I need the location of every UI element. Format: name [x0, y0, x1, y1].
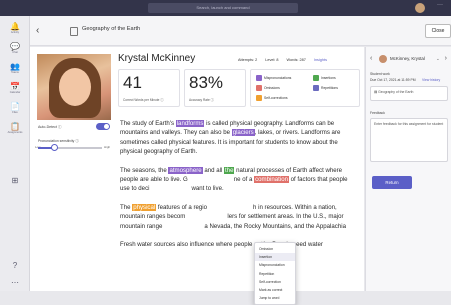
- menu-item-omission[interactable]: Omission: [255, 245, 295, 253]
- rail-files[interactable]: 📄 Files: [0, 102, 30, 115]
- student-face: [59, 68, 91, 106]
- mispronounced-word[interactable]: landforms: [175, 120, 205, 127]
- view-history-link[interactable]: View history: [422, 78, 440, 82]
- wpm-card: 41 Correct Words per Minute ⓘ: [118, 69, 180, 107]
- next-student-icon[interactable]: ›: [445, 55, 447, 62]
- inserted-word[interactable]: the: [223, 166, 235, 174]
- chat-icon: 💬: [10, 42, 20, 51]
- level-value: Level: 8: [265, 58, 279, 62]
- top-bar: Search, launch and command ···: [0, 0, 451, 16]
- accuracy-label: Accuracy Rate ⓘ: [189, 98, 214, 102]
- insights-link[interactable]: Insights: [314, 58, 327, 62]
- teams-icon: 👥: [10, 62, 20, 71]
- previous-student-icon[interactable]: ‹: [370, 55, 372, 62]
- assignment-header: ‹ Geography of the Earth Close: [30, 16, 451, 46]
- omitted-word[interactable]: combination: [254, 176, 289, 184]
- rail-chat[interactable]: 💬 Chat: [0, 42, 30, 55]
- feedback-label: Feedback: [370, 111, 385, 115]
- reading-progress-main: Auto-Detect ⓘ Pronunciation sensitivity …: [30, 47, 364, 305]
- menu-item-self-correction[interactable]: Self-correction: [255, 278, 295, 286]
- student-video-thumbnail[interactable]: [37, 54, 111, 120]
- due-date: Due Oct 17, 2021 at 11:59 PM: [370, 78, 416, 82]
- return-button[interactable]: Return: [372, 176, 412, 189]
- rail-apps[interactable]: ⊞: [0, 176, 30, 185]
- slider-high-label: High: [104, 145, 111, 149]
- error-legend-card: Mispronunciations Omissions Self-correct…: [250, 69, 360, 107]
- wpm-value: 41: [123, 73, 142, 92]
- calendar-icon: 📅: [10, 82, 20, 91]
- menu-item-insertion[interactable]: Insertion: [255, 253, 295, 262]
- accuracy-value: 83%: [189, 73, 224, 92]
- attempt-stats: Attempts: 2 Level: 8 Words: 287 Insights: [238, 58, 335, 62]
- mispronounced-word[interactable]: glaciers: [231, 129, 255, 137]
- legend-insertions[interactable]: Insertions: [313, 75, 336, 81]
- apps-icon: ⊞: [11, 176, 19, 185]
- self-correction-swatch: [256, 95, 262, 101]
- attachment-item[interactable]: ▤ Geography of the Earth: [370, 86, 448, 101]
- reading-passage: The study of Earth's landforms is called…: [120, 119, 358, 258]
- feedback-input[interactable]: Enter feedback for this assignment for s…: [370, 118, 448, 162]
- self-corrected-word[interactable]: physical: [132, 203, 157, 211]
- app-rail: 🔔 Activity 💬 Chat 👥 Teams 📅 Calendar 📄 Files …: [0, 16, 30, 291]
- student-avatar: [379, 55, 387, 63]
- attempts-count: Attempts: 2: [238, 58, 258, 62]
- rail-help[interactable]: ?: [0, 261, 30, 270]
- autodetect-label: Auto-Detect ⓘ: [38, 125, 62, 129]
- document-icon: [70, 27, 78, 36]
- rail-assignments[interactable]: 📋 Assignments: [0, 122, 30, 135]
- passage-paragraph: The seasons, the atmosphere and all the …: [120, 166, 348, 193]
- insertion-swatch: [313, 75, 319, 81]
- student-name: Krystal McKinney: [118, 53, 196, 64]
- grading-panel: ‹ McKinney, Krystal ⌄ › Student work Due…: [365, 47, 451, 291]
- menu-item-jump-to-word[interactable]: Jump to word: [255, 294, 295, 302]
- search-input[interactable]: Search, launch and command: [148, 3, 298, 13]
- passage-paragraph: The study of Earth's landforms is called…: [120, 120, 341, 156]
- back-button[interactable]: ‹: [36, 25, 39, 36]
- mispronunciation-swatch: [256, 75, 262, 81]
- bell-icon: 🔔: [10, 22, 20, 31]
- passage-paragraph: Fresh water sources also influence where…: [120, 241, 323, 249]
- autodetect-toggle[interactable]: [96, 123, 110, 130]
- accuracy-card: 83% Accuracy Rate ⓘ: [184, 69, 246, 107]
- menu-item-mispronunciation[interactable]: Mispronunciation: [255, 261, 295, 269]
- mispronounced-word[interactable]: atmosphere: [168, 166, 203, 174]
- omission-swatch: [256, 85, 262, 91]
- page-title: Geography of the Earth: [82, 26, 141, 32]
- wpm-label: Correct Words per Minute ⓘ: [123, 98, 164, 102]
- rail-more[interactable]: ⋯: [0, 278, 30, 287]
- sensitivity-slider-thumb[interactable]: [50, 144, 58, 151]
- rail-teams[interactable]: 👥 Teams: [0, 62, 30, 75]
- files-icon: 📄: [10, 102, 20, 111]
- more-options-icon[interactable]: ···: [437, 2, 443, 8]
- legend-self-corrections[interactable]: Self-corrections: [256, 95, 288, 101]
- rail-activity[interactable]: 🔔 Activity: [0, 22, 30, 35]
- user-avatar[interactable]: [415, 3, 425, 13]
- legend-repetitions[interactable]: Repetitions: [313, 85, 338, 91]
- rail-calendar[interactable]: 📅 Calendar: [0, 82, 30, 95]
- words-count: Words: 287: [286, 58, 306, 62]
- close-button[interactable]: Close: [425, 24, 451, 38]
- legend-omissions[interactable]: Omissions: [256, 85, 280, 91]
- repetition-swatch: [313, 85, 319, 91]
- panel-student-name[interactable]: McKinney, Krystal: [390, 56, 425, 61]
- sensitivity-label: Pronunciation sensitivity ⓘ: [38, 139, 79, 143]
- error-type-context-menu: Omission Insertion Mispronunciation Repe…: [254, 242, 296, 305]
- student-work-label: Student work: [370, 72, 390, 76]
- menu-item-repetition[interactable]: Repetition: [255, 270, 295, 278]
- help-icon: ?: [12, 261, 18, 270]
- chevron-down-icon[interactable]: ⌄: [436, 56, 440, 62]
- assignments-icon: 📋: [10, 122, 20, 131]
- passage-paragraph: The physical features of a regio h in res…: [120, 203, 346, 230]
- more-icon: ⋯: [11, 278, 19, 287]
- legend-mispronunciations[interactable]: Mispronunciations: [256, 75, 291, 81]
- menu-item-mark-correct[interactable]: Mark as correct: [255, 286, 295, 294]
